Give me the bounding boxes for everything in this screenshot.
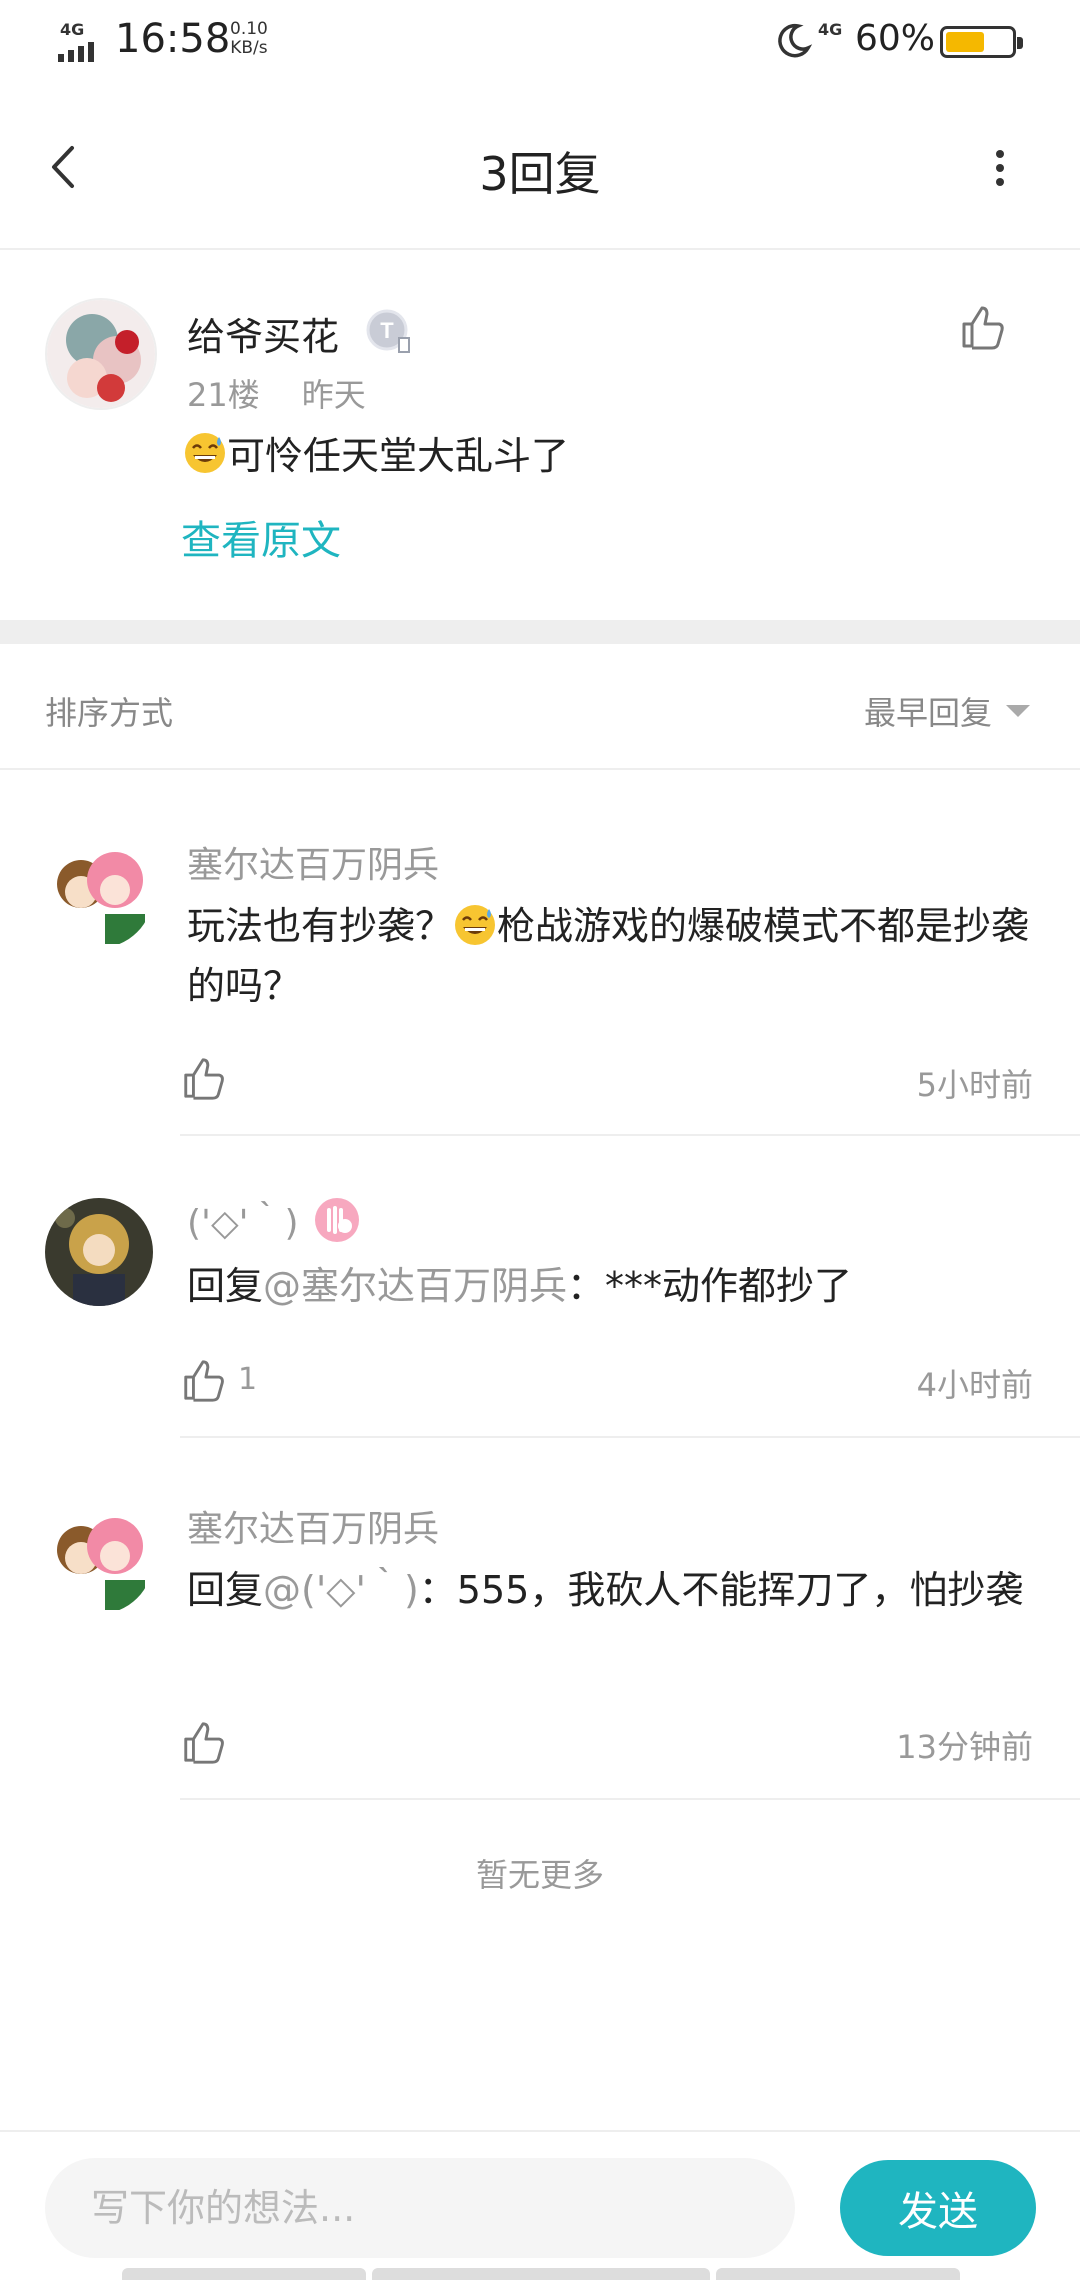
end-of-list-text: 暂无更多	[475, 1856, 604, 1894]
reply-text-part: ：***动作都抄了	[567, 1264, 853, 1308]
nav-gesture-bar	[122, 2268, 366, 2280]
thumbs-up-icon[interactable]	[958, 302, 1008, 352]
nav-gesture-bar	[372, 2268, 710, 2280]
sweat-smile-emoji-icon	[185, 432, 225, 473]
reply-time: 5小时前	[916, 1066, 1033, 1104]
comment-composer: 发送	[0, 2130, 1080, 2280]
network-type: 4G	[60, 20, 85, 39]
row-divider	[180, 1798, 1080, 1800]
sort-label: 排序方式	[45, 694, 174, 732]
mention-link[interactable]: @塞尔达百万阴兵	[263, 1264, 567, 1308]
reply-text: 玩法也有抄袭？ 枪战游戏的爆破模式不都是抄袭的吗？	[187, 896, 1037, 1016]
clock: 16:58	[115, 16, 231, 62]
speed-value: 0.10	[230, 19, 268, 39]
level-badge-icon: T	[366, 309, 410, 353]
battery-fill	[946, 32, 984, 52]
comment-input[interactable]	[45, 2158, 795, 2258]
page-title: 3回复	[479, 147, 601, 201]
reply-text: 回复@塞尔达百万阴兵：***动作都抄了	[187, 1256, 1037, 1316]
original-comment: 给爷买花 T 21楼 昨天 可怜任天堂大乱斗了 查看原文	[0, 250, 1080, 620]
view-original-link[interactable]: 查看原文	[181, 508, 341, 566]
username[interactable]: 给爷买花	[187, 306, 339, 361]
cell-signal-icon: 4G	[58, 20, 108, 62]
avatar[interactable]	[45, 298, 157, 410]
reply-time: 4小时前	[916, 1366, 1033, 1404]
battery-percent: 60%	[855, 18, 936, 59]
username[interactable]: 塞尔达百万阴兵	[187, 1500, 439, 1552]
reply-prefix: 回复	[187, 1568, 264, 1612]
avatar[interactable]	[45, 1198, 153, 1306]
reply-item: 塞尔达百万阴兵 回复@('◇'｀)：555，我砍人不能挥刀了，怕抄袭 13分钟前	[0, 1438, 1080, 1800]
username[interactable]: 塞尔达百万阴兵	[187, 836, 439, 888]
battery-icon	[940, 26, 1023, 58]
thumbs-up-icon[interactable]	[180, 1356, 228, 1404]
network-speed: 0.10 KB/s	[230, 20, 268, 58]
username[interactable]: ('◇'｀)	[187, 1194, 299, 1246]
post-time: 昨天	[301, 376, 366, 414]
avatar[interactable]	[45, 840, 153, 948]
avatar[interactable]	[45, 1506, 153, 1614]
reply-time: 13分钟前	[896, 1728, 1033, 1766]
reply-item: ('◇'｀) 回复@塞尔达百万阴兵：***动作都抄了 1 4小时前	[0, 1136, 1080, 1438]
sweat-smile-emoji-icon	[455, 904, 496, 945]
comment-body: 可怜任天堂大乱斗了	[183, 425, 569, 480]
send-button[interactable]: 发送	[840, 2160, 1036, 2256]
sort-selected-value: 最早回复	[863, 694, 992, 732]
dropdown-triangle-icon	[1006, 705, 1030, 717]
network-type-secondary: 4G	[818, 20, 843, 39]
svg-text:T: T	[380, 318, 394, 343]
reply-prefix: 回复	[187, 1264, 264, 1308]
comment-text: 可怜任天堂大乱斗了	[227, 434, 570, 478]
do-not-disturb-icon	[778, 23, 813, 58]
sort-dropdown[interactable]: 最早回复	[864, 688, 1030, 734]
reply-text-part: ：555，我砍人不能挥刀了，怕抄袭	[418, 1568, 1024, 1612]
reply-item: 塞尔达百万阴兵 玩法也有抄袭？ 枪战游戏的爆破模式不都是抄袭的吗？ 5小时前	[0, 770, 1080, 1136]
reply-text: 回复@('◇'｀)：555，我砍人不能挥刀了，怕抄袭	[187, 1560, 1037, 1620]
thumbs-up-icon[interactable]	[180, 1718, 228, 1766]
nav-gesture-bar	[716, 2268, 960, 2280]
more-options-icon[interactable]	[980, 144, 1020, 194]
fan-badge-icon	[314, 1198, 359, 1242]
section-divider	[0, 620, 1080, 644]
mention-link[interactable]: @('◇'｀)	[263, 1568, 419, 1612]
speed-unit: KB/s	[230, 38, 268, 58]
post-meta: 21楼 昨天	[187, 370, 366, 416]
status-bar: 4G 16:58 0.10 KB/s 4G 60%	[0, 0, 1080, 84]
reply-text-part: 玩法也有抄袭？	[187, 904, 454, 948]
like-count: 1	[238, 1362, 258, 1397]
thumbs-up-icon[interactable]	[180, 1054, 228, 1102]
sort-bar: 排序方式 最早回复	[0, 644, 1080, 770]
username-row: ('◇'｀)	[187, 1194, 361, 1246]
top-app-bar: 3回复	[0, 84, 1080, 250]
floor-number: 21楼	[187, 376, 260, 414]
